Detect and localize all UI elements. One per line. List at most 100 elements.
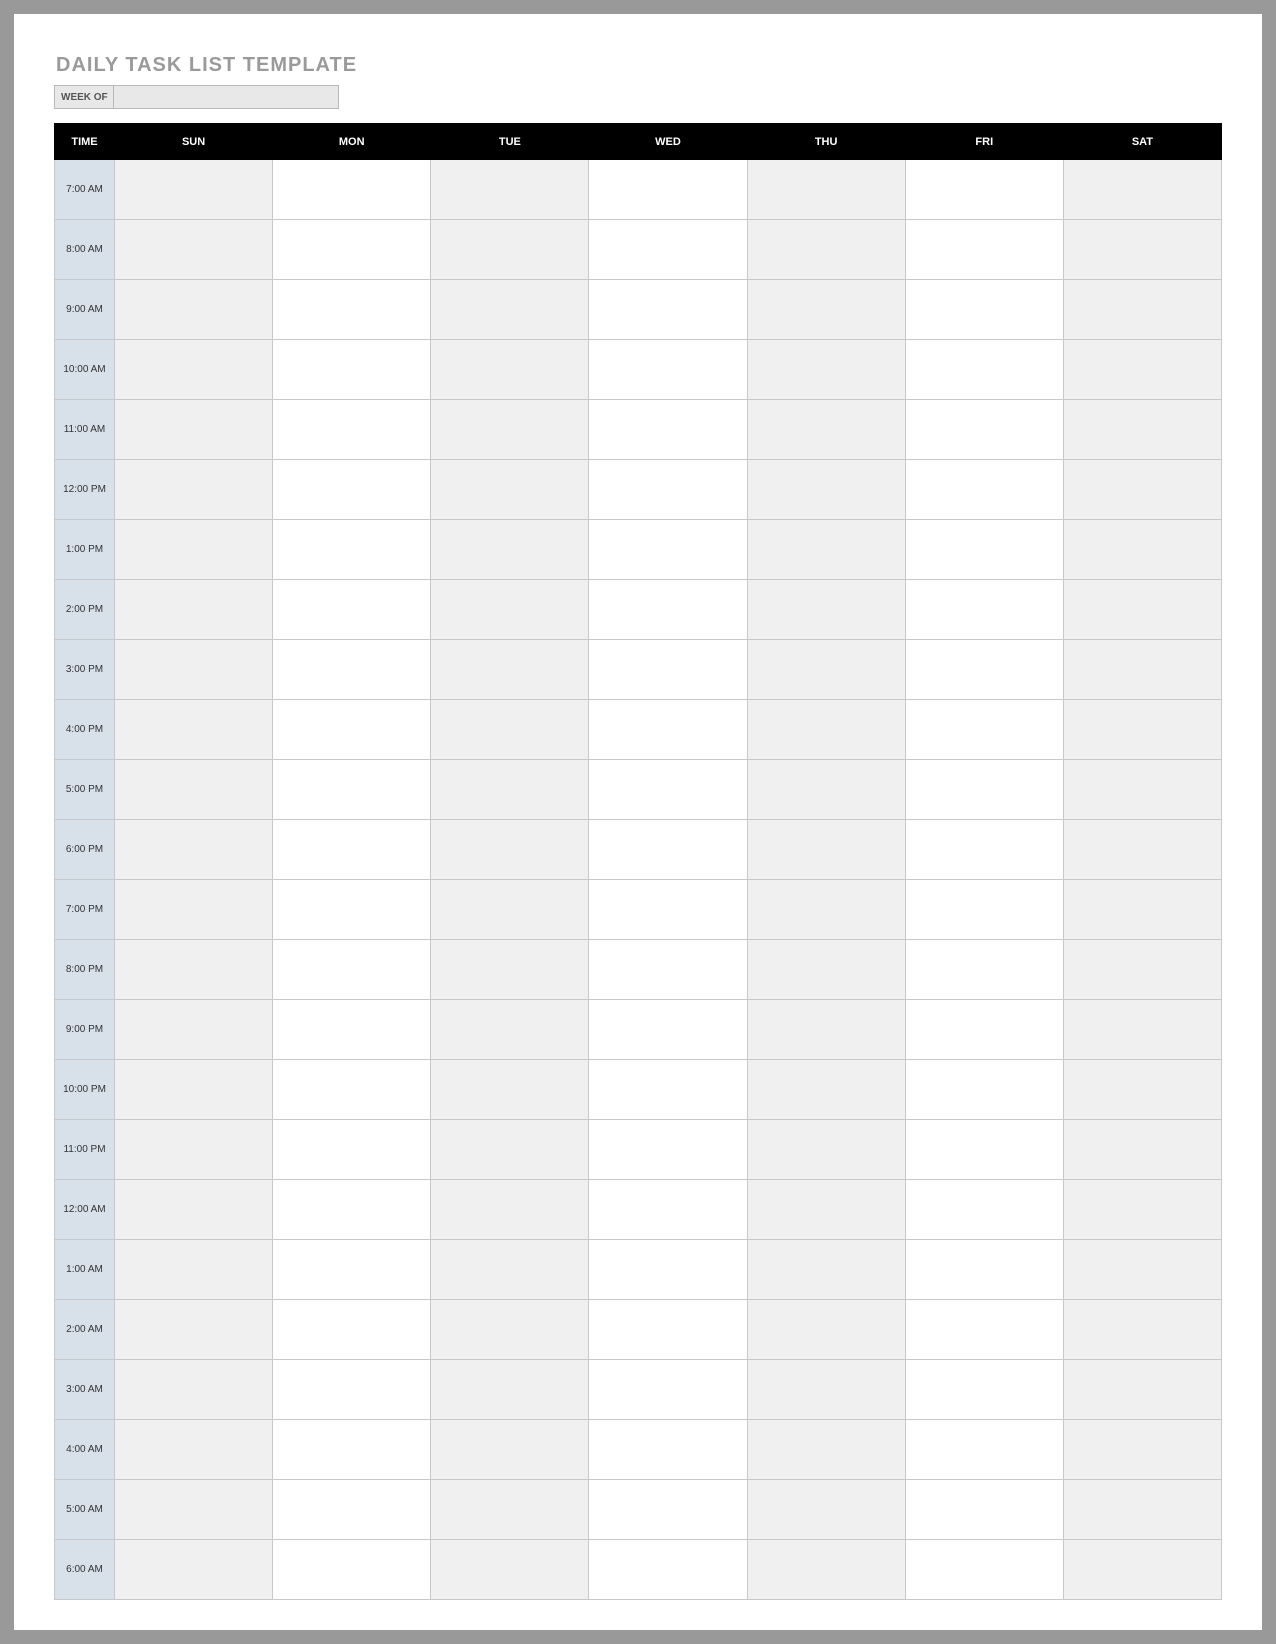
task-cell[interactable] bbox=[1063, 1480, 1221, 1540]
task-cell[interactable] bbox=[1063, 460, 1221, 520]
task-cell[interactable] bbox=[747, 940, 905, 1000]
task-cell[interactable] bbox=[589, 580, 747, 640]
task-cell[interactable] bbox=[273, 160, 431, 220]
task-cell[interactable] bbox=[905, 1540, 1063, 1600]
task-cell[interactable] bbox=[273, 1000, 431, 1060]
task-cell[interactable] bbox=[905, 1300, 1063, 1360]
task-cell[interactable] bbox=[905, 520, 1063, 580]
task-cell[interactable] bbox=[905, 1480, 1063, 1540]
task-cell[interactable] bbox=[1063, 880, 1221, 940]
task-cell[interactable] bbox=[1063, 1060, 1221, 1120]
task-cell[interactable] bbox=[431, 1540, 589, 1600]
task-cell[interactable] bbox=[905, 760, 1063, 820]
task-cell[interactable] bbox=[431, 400, 589, 460]
task-cell[interactable] bbox=[431, 340, 589, 400]
task-cell[interactable] bbox=[115, 340, 273, 400]
task-cell[interactable] bbox=[747, 700, 905, 760]
task-cell[interactable] bbox=[589, 1300, 747, 1360]
task-cell[interactable] bbox=[747, 460, 905, 520]
task-cell[interactable] bbox=[1063, 1000, 1221, 1060]
task-cell[interactable] bbox=[431, 160, 589, 220]
task-cell[interactable] bbox=[1063, 820, 1221, 880]
task-cell[interactable] bbox=[905, 1120, 1063, 1180]
task-cell[interactable] bbox=[115, 760, 273, 820]
task-cell[interactable] bbox=[273, 1300, 431, 1360]
task-cell[interactable] bbox=[747, 760, 905, 820]
task-cell[interactable] bbox=[431, 1300, 589, 1360]
task-cell[interactable] bbox=[747, 1180, 905, 1240]
task-cell[interactable] bbox=[905, 940, 1063, 1000]
task-cell[interactable] bbox=[273, 940, 431, 1000]
task-cell[interactable] bbox=[431, 700, 589, 760]
task-cell[interactable] bbox=[115, 1480, 273, 1540]
task-cell[interactable] bbox=[747, 520, 905, 580]
task-cell[interactable] bbox=[1063, 520, 1221, 580]
task-cell[interactable] bbox=[905, 1180, 1063, 1240]
task-cell[interactable] bbox=[431, 1360, 589, 1420]
task-cell[interactable] bbox=[905, 280, 1063, 340]
task-cell[interactable] bbox=[747, 1000, 905, 1060]
task-cell[interactable] bbox=[747, 880, 905, 940]
task-cell[interactable] bbox=[115, 280, 273, 340]
task-cell[interactable] bbox=[115, 1120, 273, 1180]
task-cell[interactable] bbox=[115, 1000, 273, 1060]
task-cell[interactable] bbox=[905, 640, 1063, 700]
task-cell[interactable] bbox=[273, 1480, 431, 1540]
task-cell[interactable] bbox=[115, 220, 273, 280]
task-cell[interactable] bbox=[1063, 1120, 1221, 1180]
week-of-input[interactable] bbox=[114, 85, 339, 109]
task-cell[interactable] bbox=[747, 280, 905, 340]
task-cell[interactable] bbox=[273, 1180, 431, 1240]
task-cell[interactable] bbox=[431, 520, 589, 580]
task-cell[interactable] bbox=[273, 1540, 431, 1600]
task-cell[interactable] bbox=[589, 1060, 747, 1120]
task-cell[interactable] bbox=[1063, 400, 1221, 460]
task-cell[interactable] bbox=[747, 1240, 905, 1300]
task-cell[interactable] bbox=[115, 1540, 273, 1600]
task-cell[interactable] bbox=[431, 280, 589, 340]
task-cell[interactable] bbox=[747, 640, 905, 700]
task-cell[interactable] bbox=[747, 220, 905, 280]
task-cell[interactable] bbox=[589, 220, 747, 280]
task-cell[interactable] bbox=[589, 1540, 747, 1600]
task-cell[interactable] bbox=[747, 1540, 905, 1600]
task-cell[interactable] bbox=[115, 640, 273, 700]
task-cell[interactable] bbox=[431, 760, 589, 820]
task-cell[interactable] bbox=[273, 820, 431, 880]
task-cell[interactable] bbox=[273, 340, 431, 400]
task-cell[interactable] bbox=[431, 1240, 589, 1300]
task-cell[interactable] bbox=[273, 280, 431, 340]
task-cell[interactable] bbox=[115, 1180, 273, 1240]
task-cell[interactable] bbox=[747, 1120, 905, 1180]
task-cell[interactable] bbox=[589, 1000, 747, 1060]
task-cell[interactable] bbox=[1063, 1180, 1221, 1240]
task-cell[interactable] bbox=[431, 1180, 589, 1240]
task-cell[interactable] bbox=[747, 1360, 905, 1420]
task-cell[interactable] bbox=[589, 1180, 747, 1240]
task-cell[interactable] bbox=[589, 640, 747, 700]
task-cell[interactable] bbox=[747, 160, 905, 220]
task-cell[interactable] bbox=[431, 1060, 589, 1120]
task-cell[interactable] bbox=[115, 1420, 273, 1480]
task-cell[interactable] bbox=[905, 1420, 1063, 1480]
task-cell[interactable] bbox=[273, 1120, 431, 1180]
task-cell[interactable] bbox=[115, 160, 273, 220]
task-cell[interactable] bbox=[747, 1480, 905, 1540]
task-cell[interactable] bbox=[273, 1060, 431, 1120]
task-cell[interactable] bbox=[589, 1360, 747, 1420]
task-cell[interactable] bbox=[273, 220, 431, 280]
task-cell[interactable] bbox=[905, 1240, 1063, 1300]
task-cell[interactable] bbox=[1063, 1300, 1221, 1360]
task-cell[interactable] bbox=[1063, 700, 1221, 760]
task-cell[interactable] bbox=[1063, 280, 1221, 340]
task-cell[interactable] bbox=[589, 1240, 747, 1300]
task-cell[interactable] bbox=[747, 340, 905, 400]
task-cell[interactable] bbox=[273, 760, 431, 820]
task-cell[interactable] bbox=[431, 1480, 589, 1540]
task-cell[interactable] bbox=[589, 520, 747, 580]
task-cell[interactable] bbox=[273, 460, 431, 520]
task-cell[interactable] bbox=[905, 820, 1063, 880]
task-cell[interactable] bbox=[1063, 160, 1221, 220]
task-cell[interactable] bbox=[431, 1120, 589, 1180]
task-cell[interactable] bbox=[747, 1420, 905, 1480]
